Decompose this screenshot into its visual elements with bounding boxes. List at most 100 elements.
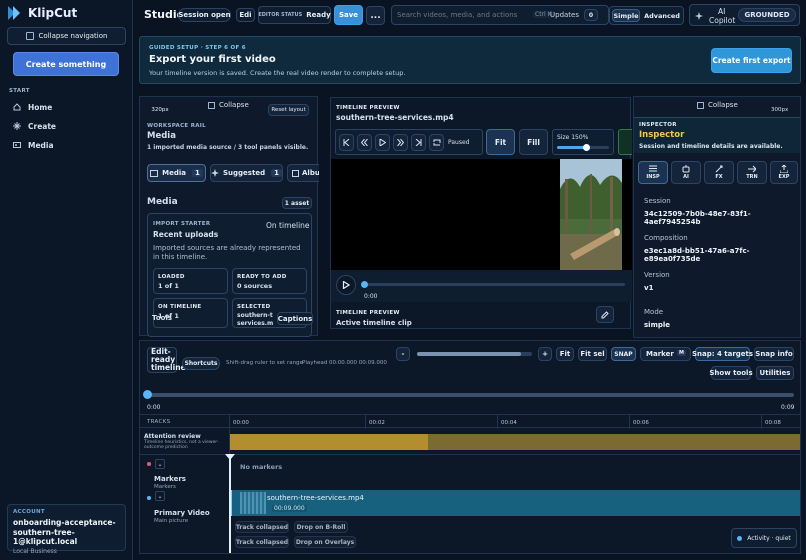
media-icon [150, 169, 159, 177]
utilities-button[interactable]: Utilities [756, 366, 794, 380]
ruler-tick: 00:00 [233, 420, 249, 426]
ruler-tick: 00:04 [501, 420, 517, 426]
save-button[interactable]: Save [334, 5, 363, 25]
create-icon [13, 122, 21, 130]
inspector-field-session: Session 34c12509-7b0b-48e7-83f1-4aef7945… [644, 197, 751, 226]
tab-inspector[interactable]: INSP [638, 161, 668, 184]
mode-advanced-button[interactable]: Advanced [642, 9, 682, 22]
zoom-out-button[interactable]: - [396, 347, 410, 361]
left-collapse-button[interactable]: Collapse [208, 101, 249, 109]
reset-layout-button[interactable]: Reset layout [268, 104, 309, 116]
fit-timeline-button[interactable]: Fit [556, 347, 574, 361]
asset-count-badge: 1 asset [282, 197, 312, 209]
snap-info-button[interactable]: Snap info [754, 347, 794, 361]
workspace-rail-panel: 320px Collapse Reset layout WORKSPACE RA… [139, 96, 319, 337]
size-slider-thumb[interactable] [582, 144, 590, 151]
tab-suggested[interactable]: Suggested 1 [210, 164, 283, 182]
video-canvas[interactable] [331, 159, 632, 270]
account-email: southern-tree-1@klipcut.local [13, 528, 78, 546]
inspector-field-composition: Composition e3ec1a8d-bb51-47a6-a7fc-e89e… [644, 234, 750, 263]
collapse-icon [25, 32, 34, 40]
fit-button[interactable]: Fit [486, 129, 515, 155]
zoom-in-button[interactable]: + [538, 347, 552, 361]
timeline-scrubber[interactable] [143, 390, 794, 399]
preview-play-button[interactable] [336, 275, 356, 295]
zoom-slider[interactable] [417, 352, 532, 356]
playhead-handle[interactable] [225, 454, 235, 460]
tab-fx[interactable]: FX [704, 161, 734, 184]
drop-broll-zone[interactable]: Drop on B-Roll [294, 521, 348, 533]
search-box[interactable]: Ctrl K Updates 0 [391, 5, 609, 25]
sidebar-item-create[interactable]: Create [13, 120, 56, 132]
marker-button[interactable]: Marker M [640, 347, 691, 361]
fill-button[interactable]: Fill [519, 129, 548, 155]
preview-filename: southern-tree-services.mp4 [336, 113, 454, 122]
shortcuts-button[interactable]: Shortcuts [182, 357, 220, 370]
stat-loaded: LOADED 1 of 1 [153, 268, 228, 294]
preview-scrubber-thumb[interactable] [361, 281, 368, 288]
inspector-title: Inspector [639, 130, 685, 140]
show-tools-button[interactable]: Show tools [709, 366, 753, 380]
sidebar-section-label: START [9, 88, 30, 94]
grounded-badge: GROUNDED [738, 8, 796, 22]
drop-overlays-zone[interactable]: Drop on Overlays [294, 536, 356, 548]
mode-toggle: Simple Advanced [609, 6, 684, 25]
playhead-readout: Playhead 00:00.000 00:09.000 [302, 360, 387, 366]
create-first-export-button[interactable]: Create first export [711, 48, 792, 73]
account-card[interactable]: ACCOUNT onboarding-acceptance- southern-… [7, 504, 126, 555]
tab-export[interactable]: EXP [770, 161, 798, 184]
collapse-icon [697, 101, 704, 109]
clip-name: southern-tree-services.mp4 [267, 494, 364, 502]
tracks-header: TRACKS 00:00 00:02 00:04 00:06 00:08 [140, 414, 800, 429]
snap-targets-button[interactable]: Snap: 4 targets [692, 347, 753, 361]
collapse-navigation-button[interactable]: Collapse navigation [7, 27, 126, 45]
attention-bar-low [428, 434, 800, 450]
track-toggle-icon[interactable]: ⌄ [155, 459, 165, 469]
album-icon [292, 169, 299, 177]
inspector-panel: Collapse 300px INSPECTOR Inspector Sessi… [633, 96, 801, 338]
track-toggle-icon[interactable]: ⌄ [155, 491, 165, 501]
tab-ai[interactable]: AI [671, 161, 701, 184]
inspector-header: INSPECTOR Inspector Session and timeline… [634, 117, 800, 153]
timeline-scrubber-thumb[interactable] [143, 390, 152, 399]
playhead[interactable] [229, 454, 231, 553]
search-input[interactable] [397, 9, 527, 21]
video-clip[interactable]: southern-tree-services.mp4 00:09.000 [230, 490, 800, 516]
clip-duration: 00:09.000 [272, 505, 307, 512]
extra-control-stub[interactable] [618, 129, 632, 155]
edit-chip[interactable]: Edi [236, 8, 255, 22]
skip-end-button[interactable] [411, 134, 426, 151]
play-preview-button[interactable] [375, 134, 390, 151]
sidebar-item-home[interactable]: Home [13, 101, 52, 113]
scrub-start-time: 0:00 [147, 404, 161, 411]
sidebar-item-media[interactable]: Media [13, 139, 54, 151]
activity-status[interactable]: Activity · quiet [731, 528, 797, 548]
mode-simple-button[interactable]: Simple [612, 9, 640, 22]
tab-transitions[interactable]: TRN [737, 161, 767, 184]
loop-button[interactable] [429, 134, 444, 151]
preview-scrubber[interactable] [361, 281, 625, 288]
captions-button[interactable]: Captions [277, 312, 313, 325]
more-button[interactable]: ... [366, 6, 385, 25]
transport-controls: Paused [335, 129, 483, 155]
snap-toggle[interactable]: SNAP [611, 347, 636, 361]
preview-caption: TIMELINE PREVIEW [336, 105, 400, 111]
fast-forward-button[interactable] [393, 134, 408, 151]
primary-track-name: Primary Video [154, 509, 210, 517]
tab-media[interactable]: Media 1 [147, 164, 206, 182]
inspector-width-label: 300px [771, 107, 789, 113]
export-icon [780, 165, 788, 173]
app-logo[interactable]: KlipCut [7, 5, 77, 21]
edit-preview-button[interactable] [596, 306, 614, 323]
tab-albums[interactable]: Albu [287, 164, 319, 182]
skip-start-button[interactable] [339, 134, 354, 151]
size-slider[interactable] [557, 144, 609, 151]
fit-selection-button[interactable]: Fit sel [578, 347, 607, 361]
inspector-collapse-button[interactable]: Collapse [697, 101, 738, 109]
rewind-button[interactable] [357, 134, 372, 151]
ai-copilot-button[interactable]: AI Copilot GROUNDED [689, 4, 800, 26]
create-something-button[interactable]: Create something [13, 52, 119, 76]
attention-review-track: Attention review Timeline heuristics, no… [140, 429, 800, 453]
play-icon [379, 139, 386, 146]
updates-label[interactable]: Updates [550, 11, 579, 19]
